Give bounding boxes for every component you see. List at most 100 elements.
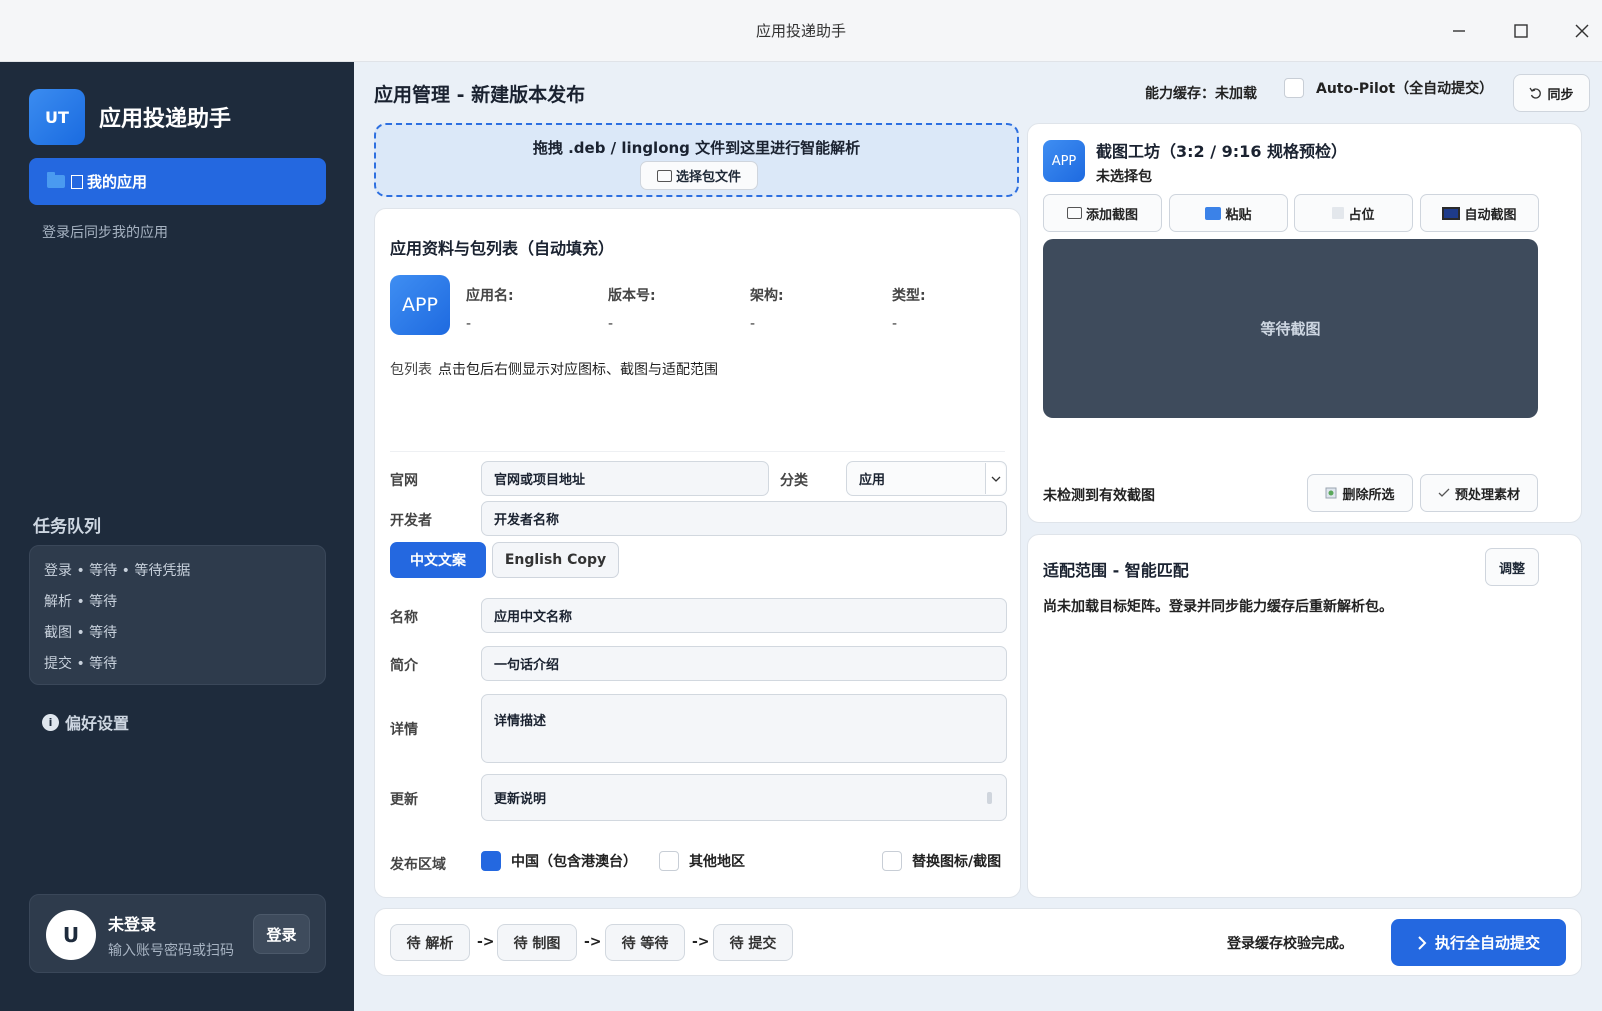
pipeline-status: 登录缓存校验完成。 xyxy=(1227,936,1353,952)
window-title: 应用投递助手 xyxy=(755,22,846,40)
info-icon: i xyxy=(42,713,59,731)
pipeline-arrow: -> xyxy=(692,934,710,950)
screenshot-subtitle: 未选择包 xyxy=(1096,169,1152,185)
tab-chinese-copy[interactable]: 中文文案 xyxy=(390,542,486,578)
task-queue: 登录 • 等待 • 等待凭据 解析 • 等待 截图 • 等待 提交 • 等待 xyxy=(29,545,326,685)
placeholder-button[interactable]: 占位 xyxy=(1294,194,1413,232)
brand: UT 应用投递助手 xyxy=(29,89,231,145)
placeholder-label: 占位 xyxy=(1348,207,1375,223)
intro-label: 简介 xyxy=(390,658,418,674)
user-hint: 输入账号密码或扫码 xyxy=(108,943,234,959)
auto-screenshot-button[interactable]: 自动截图 xyxy=(1420,194,1539,232)
queue-item: 解析 • 等待 xyxy=(44,594,118,610)
tab-english-copy[interactable]: English Copy xyxy=(492,542,619,578)
queue-item: 提交 • 等待 xyxy=(44,656,118,672)
website-label: 官网 xyxy=(390,473,418,489)
dropzone-text: 拖拽 .deb / linglong 文件到这里进行智能解析 xyxy=(532,139,861,157)
auto-screenshot-label: 自动截图 xyxy=(1464,207,1517,223)
pipeline-step-wait: 待 等待 xyxy=(605,924,685,961)
region-other-label: 其他地区 xyxy=(689,854,745,870)
region-other[interactable]: 其他地区 xyxy=(659,851,745,871)
region-china[interactable]: 中国（包含港澳台） xyxy=(481,851,637,871)
run-auto-submit-button[interactable]: 执行全自动提交 xyxy=(1391,919,1566,966)
region-china-label: 中国（包含港澳台） xyxy=(511,854,637,870)
website-input[interactable]: 官网或项目地址 xyxy=(481,461,769,496)
package-list-hint: 点击包后右侧显示对应图标、截图与适配范围 xyxy=(438,362,718,378)
compatibility-card: 适配范围 - 智能匹配 尚未加载目标矩阵。登录并同步能力缓存后重新解析包。 调整 xyxy=(1027,534,1582,898)
meta-value: - xyxy=(750,316,756,332)
compatibility-text: 尚未加载目标矩阵。登录并同步能力缓存后重新解析包。 xyxy=(1043,599,1393,615)
app-icon: APP xyxy=(1043,140,1085,182)
autopilot-label: Auto-Pilot（全自动提交） xyxy=(1316,81,1494,97)
sync-button[interactable]: 同步 xyxy=(1513,74,1590,112)
app-icon: APP xyxy=(390,275,450,335)
pipeline-step-draw: 待 制图 xyxy=(497,924,577,961)
form-title: 应用资料与包列表（自动填充） xyxy=(390,239,615,258)
preferences-link[interactable]: i 偏好设置 xyxy=(42,710,129,734)
page-title: 应用管理 - 新建版本发布 xyxy=(374,84,586,106)
add-screenshot-button[interactable]: 添加截图 xyxy=(1043,194,1162,232)
preprocess-button[interactable]: 预处理素材 xyxy=(1420,474,1538,512)
category-value: 应用 xyxy=(859,473,886,488)
screenshot-title: 截图工坊（3:2 / 9:16 规格预检） xyxy=(1096,142,1348,161)
close-icon[interactable] xyxy=(1567,16,1597,46)
chevron-right-icon xyxy=(1418,935,1427,950)
choose-package-button[interactable]: 选择包文件 xyxy=(640,161,758,190)
region-china-checkbox[interactable] xyxy=(481,851,501,871)
name-input[interactable]: 应用中文名称 xyxy=(481,598,1007,633)
scrollbar[interactable] xyxy=(987,792,992,804)
region-label: 发布区域 xyxy=(390,857,446,873)
detail-textarea[interactable]: 详情描述 xyxy=(481,694,1007,763)
region-other-checkbox[interactable] xyxy=(659,851,679,871)
delete-icon xyxy=(1325,487,1337,499)
maximize-icon[interactable] xyxy=(1506,16,1536,46)
replace-assets-label: 替换图标/截图 xyxy=(912,854,1002,870)
app-info-card: 应用资料与包列表（自动填充） APP 应用名: - 版本号: - 架构: - 类… xyxy=(374,208,1021,898)
category-select[interactable]: 应用 xyxy=(846,461,1007,496)
replace-assets-checkbox[interactable] xyxy=(882,851,902,871)
brand-name: 应用投递助手 xyxy=(99,107,232,132)
developer-label: 开发者 xyxy=(390,513,432,529)
delete-selected-button[interactable]: 删除所选 xyxy=(1307,474,1413,512)
update-textarea[interactable]: 更新说明 xyxy=(481,774,1007,821)
developer-input[interactable]: 开发者名称 xyxy=(481,501,1007,536)
sync-label: 同步 xyxy=(1547,87,1574,103)
user-card: U 未登录 输入账号密码或扫码 登录 xyxy=(29,894,326,973)
run-auto-submit-label: 执行全自动提交 xyxy=(1434,934,1540,952)
pipeline-step-parse: 待 解析 xyxy=(390,924,470,961)
package-list-label: 包列表 xyxy=(390,362,432,378)
choose-package-label: 选择包文件 xyxy=(675,170,741,185)
divider xyxy=(390,451,1005,452)
minimize-icon[interactable] xyxy=(1444,16,1474,46)
user-name: 未登录 xyxy=(108,915,157,934)
meta-value: - xyxy=(892,316,898,332)
queue-title: 任务队列 xyxy=(33,517,101,537)
compatibility-title: 适配范围 - 智能匹配 xyxy=(1043,561,1189,580)
sidebar-item-my-apps[interactable]: 我的应用 xyxy=(29,158,326,205)
app-logo: UT xyxy=(29,89,85,145)
add-screenshot-label: 添加截图 xyxy=(1085,207,1138,223)
autopilot-toggle[interactable]: Auto-Pilot（全自动提交） xyxy=(1284,78,1493,98)
file-dropzone[interactable]: 拖拽 .deb / linglong 文件到这里进行智能解析 选择包文件 xyxy=(374,123,1019,197)
check-icon xyxy=(1438,488,1450,497)
sidebar: UT 应用投递助手 我的应用 登录后同步我的应用 任务队列 登录 • 等待 • … xyxy=(0,62,354,1011)
chevron-down-icon[interactable] xyxy=(985,463,1005,494)
sidebar-item-label: 我的应用 xyxy=(87,173,148,191)
replace-assets[interactable]: 替换图标/截图 xyxy=(882,851,1001,871)
meta-label: 架构: xyxy=(750,288,784,304)
refresh-icon xyxy=(1529,87,1542,99)
login-button[interactable]: 登录 xyxy=(253,914,310,954)
name-label: 名称 xyxy=(390,610,418,626)
paste-button[interactable]: 粘贴 xyxy=(1169,194,1288,232)
title-bar: 应用投递助手 xyxy=(0,0,1602,62)
intro-input[interactable]: 一句话介绍 xyxy=(481,646,1007,681)
adjust-button[interactable]: 调整 xyxy=(1485,548,1539,586)
category-label: 分类 xyxy=(780,473,808,489)
meta-label: 应用名: xyxy=(466,288,514,304)
preferences-label: 偏好设置 xyxy=(65,714,130,733)
cache-status: 能力缓存：未加载 xyxy=(1145,86,1257,102)
queue-item: 登录 • 等待 • 等待凭据 xyxy=(44,563,191,579)
screenshot-preview: 等待截图 xyxy=(1043,239,1538,418)
autopilot-checkbox[interactable] xyxy=(1284,78,1304,98)
meta-value: - xyxy=(608,316,614,332)
